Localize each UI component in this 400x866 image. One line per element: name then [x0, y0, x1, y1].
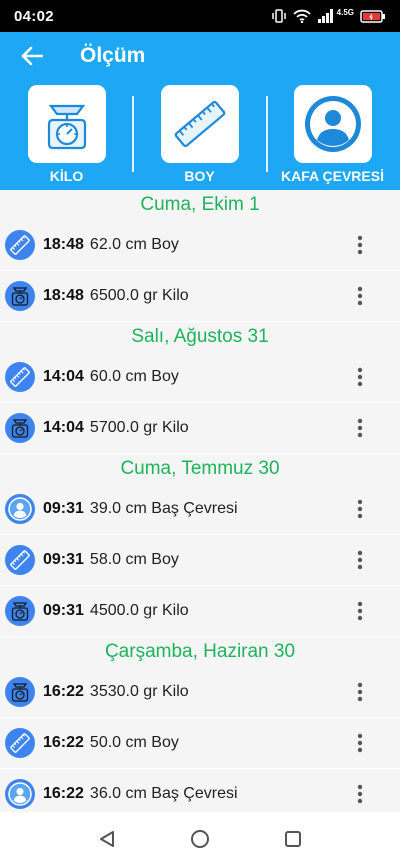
measurement-value: 4500.0 gr Kilo [89, 602, 189, 619]
ruler-icon [5, 545, 35, 575]
measurement-time: 16:22 [43, 683, 84, 700]
circle-home-icon [190, 830, 209, 848]
head-person-icon [5, 494, 35, 524]
app-bar: Ölçüm [0, 32, 400, 80]
scale-icon [5, 596, 35, 626]
measurement-value: 62.0 cm Boy [89, 236, 179, 253]
nav-home-button[interactable] [176, 815, 224, 863]
measurement-row[interactable]: 16:22 50.0 cm Boy [0, 718, 400, 769]
scale-icon [5, 413, 35, 443]
status-bar: 04:02 4.5G [0, 0, 400, 32]
more-vert-icon[interactable] [340, 408, 380, 448]
measurement-time: 18:48 [43, 287, 84, 304]
more-vert-icon[interactable] [340, 672, 380, 712]
category-label: BOY [184, 168, 215, 184]
head-person-icon [5, 779, 35, 809]
measurement-time: 14:04 [43, 368, 84, 385]
measurement-row[interactable]: 14:04 60.0 cm Boy [0, 352, 400, 403]
more-vert-icon[interactable] [340, 225, 380, 265]
ruler-icon [5, 362, 35, 392]
measurement-row[interactable]: 16:22 3530.0 gr Kilo [0, 667, 400, 718]
square-recents-icon [285, 831, 302, 847]
category-tile[interactable] [293, 85, 372, 163]
measurement-value: 6500.0 gr Kilo [89, 287, 189, 304]
more-vert-icon[interactable] [340, 540, 380, 580]
wifi-icon [293, 9, 311, 23]
ruler-icon [5, 230, 35, 260]
ruler-icon [174, 100, 225, 148]
more-vert-icon[interactable] [340, 357, 380, 397]
measurement-row[interactable]: 18:48 62.0 cm Boy [0, 220, 400, 271]
measurement-row[interactable]: 09:31 39.0 cm Baş Çevresi [0, 484, 400, 535]
date-header: Cuma, Temmuz 30 [0, 454, 400, 484]
more-vert-icon[interactable] [340, 774, 380, 812]
nav-recents-button[interactable] [269, 815, 317, 863]
measurement-row[interactable]: 09:31 58.0 cm Boy [0, 535, 400, 586]
more-vert-icon[interactable] [340, 276, 380, 316]
status-time: 04:02 [14, 7, 54, 25]
category-head[interactable]: KAFA ÇEVRESİ [266, 80, 399, 190]
measurement-time: 18:48 [43, 236, 84, 253]
date-header: Cuma, Ekim 1 [0, 190, 400, 220]
head-person-icon [304, 96, 361, 152]
measurement-value: 58.0 cm Boy [89, 551, 179, 568]
measurement-time: 09:31 [43, 500, 84, 517]
measurement-time: 14:04 [43, 419, 84, 436]
scale-icon [5, 677, 35, 707]
measurement-list[interactable]: Cuma, Ekim 1 18:48 62.0 cm Boy 18:48 6500.0 … [0, 190, 400, 812]
measurement-value: 39.0 cm Baş Çevresi [89, 500, 238, 517]
category-label: KAFA ÇEVRESİ [281, 168, 384, 184]
vibrate-icon [271, 9, 287, 23]
category-weight[interactable]: KİLO [0, 80, 133, 190]
back-button[interactable] [4, 32, 60, 80]
measurement-time: 09:31 [43, 551, 84, 568]
category-label: KİLO [49, 168, 84, 184]
page-title: Ölçüm [80, 44, 146, 67]
measurement-row[interactable]: 18:48 6500.0 gr Kilo [0, 271, 400, 322]
nav-back-button[interactable] [83, 815, 131, 863]
more-vert-icon[interactable] [340, 489, 380, 529]
category-bar: KİLO BOY KAFA ÇEVRESİ [0, 80, 400, 190]
scale-icon [5, 281, 35, 311]
scale-icon [47, 104, 86, 150]
measurement-value: 3530.0 gr Kilo [89, 683, 189, 700]
measurement-value: 60.0 cm Boy [89, 368, 179, 385]
measurement-value: 50.0 cm Boy [89, 734, 179, 751]
measurement-row[interactable]: 14:04 5700.0 gr Kilo [0, 403, 400, 454]
system-nav-bar [0, 812, 400, 866]
measurement-time: 09:31 [43, 602, 84, 619]
signal-icon [317, 9, 335, 23]
more-vert-icon[interactable] [340, 591, 380, 631]
date-header: Çarşamba, Haziran 30 [0, 637, 400, 667]
network-type: 4.5G [336, 7, 354, 17]
measurement-value: 36.0 cm Baş Çevresi [89, 785, 238, 802]
battery-icon [360, 9, 386, 23]
category-height[interactable]: BOY [133, 80, 266, 190]
measurement-time: 16:22 [43, 734, 84, 751]
triangle-back-icon [99, 831, 114, 847]
more-vert-icon[interactable] [340, 723, 380, 763]
category-tile[interactable] [27, 85, 106, 163]
measurement-row[interactable]: 09:31 4500.0 gr Kilo [0, 586, 400, 637]
measurement-time: 16:22 [43, 785, 84, 802]
category-tile[interactable] [160, 85, 239, 163]
measurement-row[interactable]: 16:22 36.0 cm Baş Çevresi [0, 769, 400, 812]
measurement-value: 5700.0 gr Kilo [89, 419, 189, 436]
status-icons: 4.5G [271, 7, 386, 23]
arrow-left-icon [21, 46, 43, 66]
ruler-icon [5, 728, 35, 758]
date-header: Salı, Ağustos 31 [0, 322, 400, 352]
